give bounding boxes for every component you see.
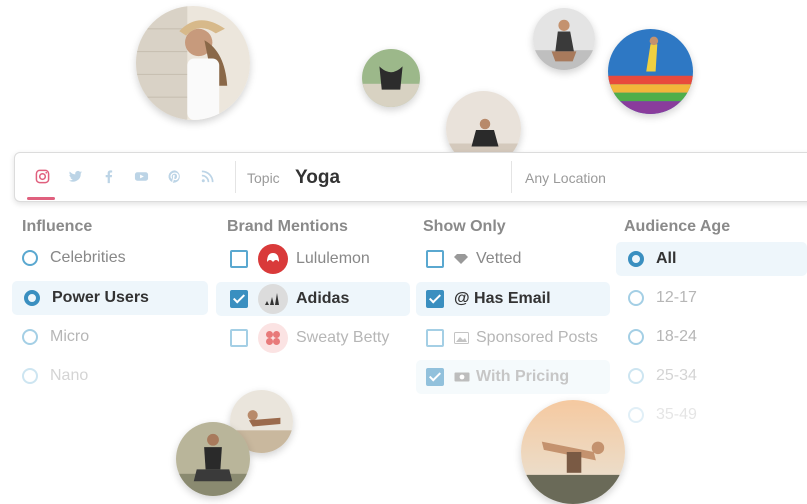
radio-button[interactable] [22, 368, 38, 384]
pinterest-icon[interactable] [165, 167, 184, 186]
network-selector [33, 167, 217, 186]
show-only-title: Show Only [423, 218, 506, 235]
age-option-12-17[interactable]: 12-17 [628, 281, 798, 315]
influencer-avatar-4 [608, 29, 693, 114]
adidas-logo [258, 284, 288, 314]
influencer-avatar-8 [521, 400, 625, 504]
location-input[interactable]: Any Location [525, 170, 606, 186]
sweaty-betty-logo [258, 323, 288, 353]
brand-option-adidas[interactable]: Adidas [216, 282, 410, 316]
show-only-option-has-email[interactable]: @ Has Email [416, 282, 610, 316]
audience-age-title: Audience Age [624, 218, 731, 235]
radio-button[interactable] [24, 290, 40, 306]
youtube-icon[interactable] [132, 167, 151, 186]
influencer-avatar-1 [136, 6, 250, 120]
diamond-icon [454, 252, 470, 266]
checkbox[interactable] [426, 329, 444, 347]
influence-option-micro[interactable]: Micro [22, 320, 208, 354]
show-only-option-vetted[interactable]: Vetted [426, 242, 612, 276]
influencer-avatar-3 [533, 8, 595, 70]
age-option-35-49[interactable]: 35-49 [628, 398, 798, 432]
radio-button[interactable] [22, 250, 38, 266]
checkbox[interactable] [230, 290, 248, 308]
radio-button[interactable] [628, 290, 644, 306]
twitter-icon[interactable] [66, 167, 85, 186]
brand-option-sweaty-betty[interactable]: Sweaty Betty [230, 321, 410, 355]
show-only-option-with-pricing[interactable]: With Pricing [416, 360, 610, 394]
rss-icon[interactable] [198, 167, 217, 186]
divider [511, 161, 512, 193]
age-option-18-24[interactable]: 18-24 [628, 320, 798, 354]
influence-option-power-users[interactable]: Power Users [12, 281, 208, 315]
checkbox[interactable] [230, 250, 248, 268]
image-icon [454, 331, 470, 345]
topic-input[interactable]: Yoga [295, 167, 340, 189]
radio-button[interactable] [628, 251, 644, 267]
influencer-avatar-2 [362, 49, 420, 107]
influence-option-celebrities[interactable]: Celebrities [22, 241, 208, 275]
checkbox[interactable] [426, 290, 444, 308]
checkbox[interactable] [426, 250, 444, 268]
active-network-indicator [27, 197, 55, 200]
show-only-option-sponsored-posts[interactable]: Sponsored Posts [426, 321, 612, 355]
search-bar: Topic Yoga Any Location [14, 152, 807, 202]
divider [235, 161, 236, 193]
radio-button[interactable] [628, 407, 644, 423]
influence-option-nano[interactable]: Nano [22, 359, 208, 393]
instagram-icon[interactable] [33, 167, 52, 186]
influencer-avatar-7 [176, 422, 250, 496]
radio-button[interactable] [628, 329, 644, 345]
influence-title: Influence [22, 218, 93, 235]
facebook-icon[interactable] [99, 167, 118, 186]
lululemon-logo [258, 244, 288, 274]
age-option-25-34[interactable]: 25-34 [628, 359, 798, 393]
money-icon [454, 370, 470, 384]
brand-mentions-title: Brand Mentions [227, 218, 348, 235]
brand-option-lululemon[interactable]: Lululemon [230, 242, 410, 276]
radio-button[interactable] [22, 329, 38, 345]
checkbox[interactable] [426, 368, 444, 386]
age-option-all[interactable]: All [616, 242, 807, 276]
checkbox[interactable] [230, 329, 248, 347]
topic-label: Topic [247, 170, 280, 186]
radio-button[interactable] [628, 368, 644, 384]
